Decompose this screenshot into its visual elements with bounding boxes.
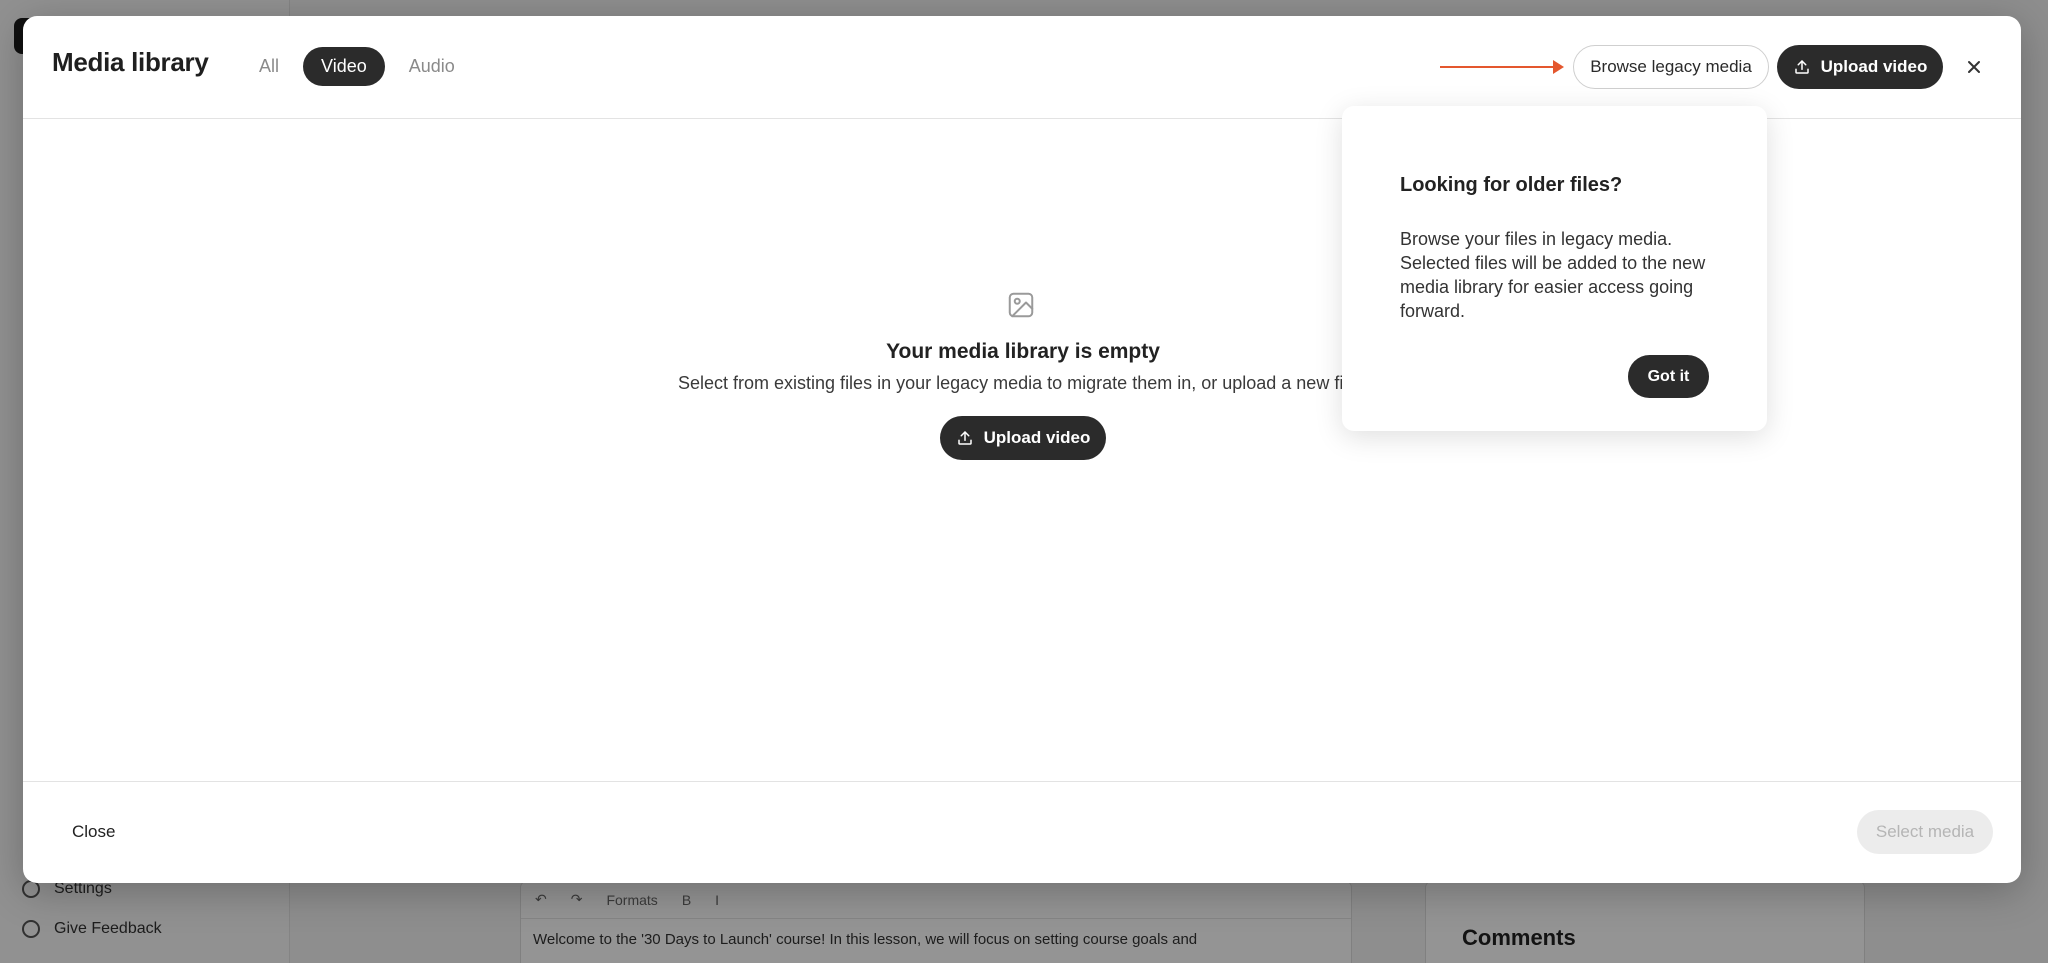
upload-video-label: Upload video xyxy=(983,428,1091,447)
media-type-tabs: All Video Audio xyxy=(241,47,473,86)
empty-state-subtitle: Select from existing files in your legac… xyxy=(678,373,1363,393)
modal-title: Media library xyxy=(52,47,209,77)
popover-body: Browse your files in legacy media. Selec… xyxy=(1400,229,1706,321)
upload-video-center-button[interactable]: Upload video xyxy=(940,416,1106,460)
close-button[interactable]: Close xyxy=(72,822,115,842)
close-icon[interactable] xyxy=(1957,50,1991,84)
upload-video-label: Upload video xyxy=(1820,57,1928,76)
upload-video-button[interactable]: Upload video xyxy=(1777,45,1943,89)
legacy-media-popover: Looking for older files? Browse your fil… xyxy=(1342,106,1767,431)
select-media-button[interactable]: Select media xyxy=(1857,810,1993,854)
upload-icon xyxy=(1794,60,1809,74)
upload-icon xyxy=(957,431,972,445)
modal-header: Media library All Video Audio Browse leg… xyxy=(23,16,2021,119)
image-placeholder-icon xyxy=(1008,292,1034,318)
got-it-button[interactable]: Got it xyxy=(1628,355,1709,398)
browse-legacy-media-button[interactable]: Browse legacy media xyxy=(1573,45,1769,89)
modal-footer: Close Select media xyxy=(23,781,2021,883)
tab-all[interactable]: All xyxy=(241,47,297,86)
pointer-arrow xyxy=(1440,60,1564,74)
tab-audio[interactable]: Audio xyxy=(391,47,473,86)
media-library-modal: Media library All Video Audio Browse leg… xyxy=(23,16,2021,883)
tab-video[interactable]: Video xyxy=(303,47,385,86)
popover-title: Looking for older files? xyxy=(1400,174,1623,196)
